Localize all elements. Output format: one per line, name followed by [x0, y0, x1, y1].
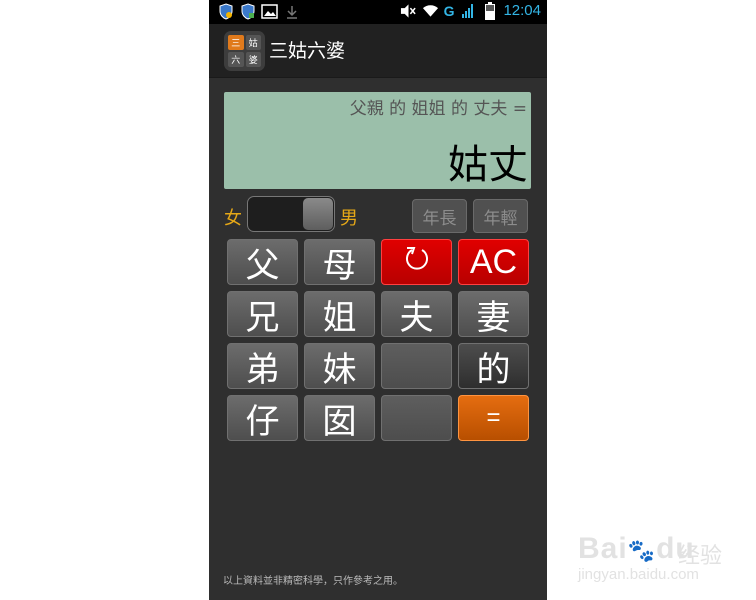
equals-button[interactable]: =	[458, 395, 529, 441]
gender-toggle[interactable]	[247, 196, 335, 232]
mother-key[interactable]: 母	[304, 239, 375, 286]
app-icon-char: 六	[228, 52, 244, 67]
expression-text: 父親 的 姐姐 的 丈夫 =	[349, 99, 527, 119]
app-icon[interactable]: 三 姑 六 婆	[224, 31, 265, 71]
toggle-thumb[interactable]	[303, 198, 333, 230]
mute-icon	[400, 2, 417, 19]
female-label: 女	[224, 208, 242, 229]
app-title: 三姑六婆	[269, 40, 346, 62]
husband-key[interactable]: 夫	[381, 291, 452, 338]
clear-button[interactable]: AC	[458, 239, 529, 285]
younger-sister-key[interactable]: 妹	[304, 343, 375, 390]
father-key[interactable]: 父	[227, 239, 298, 286]
download-icon	[283, 3, 300, 20]
image-icon	[261, 3, 278, 20]
older-button[interactable]: 年長	[412, 199, 467, 233]
daughter-key[interactable]: 囡	[304, 395, 375, 442]
app-icon-char: 三	[228, 35, 244, 50]
brother-key[interactable]: 兄	[227, 291, 298, 338]
result-text: 姑丈	[448, 142, 528, 188]
signal-icon	[459, 2, 476, 19]
watermark-url: jingyan.baidu.com	[578, 566, 699, 583]
younger-brother-key[interactable]: 弟	[227, 343, 298, 390]
app-icon-char: 婆	[245, 52, 261, 67]
watermark: Bai🐾du 经验 jingyan.baidu.com	[578, 520, 738, 590]
elder-sister-key[interactable]: 姐	[304, 291, 375, 338]
network-type: G	[443, 2, 455, 19]
result-display: 父親 的 姐姐 的 丈夫 = 姑丈	[224, 92, 531, 189]
status-bar: G 12:04	[209, 0, 547, 24]
action-bar: 三 姑 六 婆 三姑六婆	[209, 24, 547, 78]
male-label: 男	[340, 208, 358, 229]
blank-key	[381, 395, 452, 441]
disclaimer-text: 以上資料並非精密科學，只作參考之用。	[223, 576, 403, 587]
phone-screen: G 12:04 三 姑 六 婆 三姑六婆 父親 的 姐姐 的 丈夫 = 姑丈 女…	[209, 0, 547, 600]
wife-key[interactable]: 妻	[458, 291, 529, 338]
blank-key	[381, 343, 452, 389]
of-key[interactable]: 的	[458, 343, 529, 390]
wifi-icon	[422, 2, 439, 19]
undo-button[interactable]	[381, 239, 452, 285]
younger-button[interactable]: 年輕	[473, 199, 528, 233]
app-icon-char: 姑	[245, 35, 261, 50]
undo-icon	[403, 243, 431, 282]
clock: 12:04	[503, 2, 541, 19]
battery-icon	[481, 1, 498, 20]
son-key[interactable]: 仔	[227, 395, 298, 442]
shield-icon	[217, 3, 234, 20]
shield-icon	[239, 3, 256, 20]
